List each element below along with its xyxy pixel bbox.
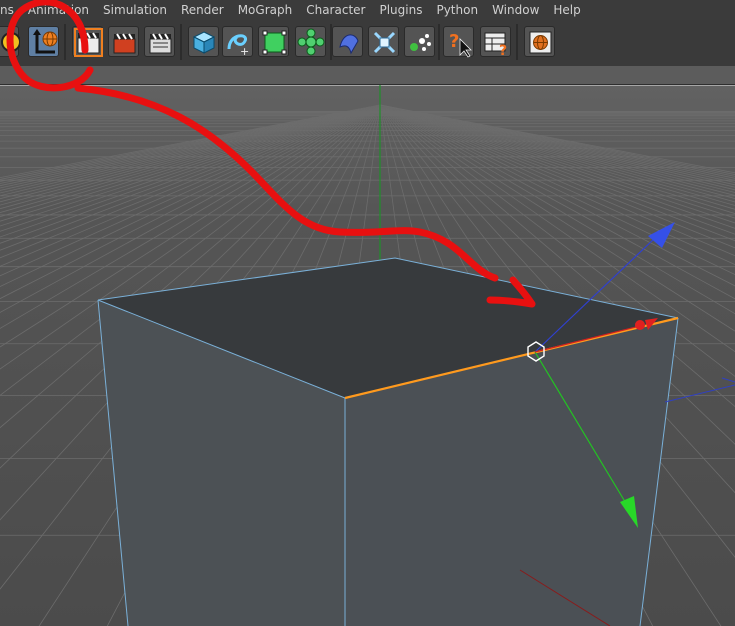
cube-icon [192,31,216,54]
cube-button[interactable] [188,26,219,57]
menu-item[interactable]: Plugins [372,3,429,17]
toolbar-separator [516,24,518,60]
toolbar: 2 + ? ? [0,20,735,66]
array-icon [297,28,325,56]
render-region-button[interactable] [72,26,103,57]
gizmo-x-handle[interactable] [635,320,645,330]
render-picture-viewer-button[interactable] [108,26,139,57]
viewport-header [0,66,735,85]
deformer-icon [339,34,359,55]
render-settings-button[interactable] [144,26,175,57]
help-button[interactable]: ? [443,26,474,58]
axis-globe-icon [33,29,58,54]
clapper-icon [74,28,103,57]
layout-button[interactable]: ? [480,26,511,58]
clapper-red-icon [113,33,136,54]
3d-viewport[interactable] [0,85,735,626]
effector-icon [410,34,431,51]
nurbs-button[interactable] [258,26,289,57]
spline-icon: + [227,34,249,58]
layout-icon: ? [484,32,507,58]
scene-icon [373,31,396,54]
scene-button[interactable] [368,26,399,57]
subdivision-icon [262,30,287,55]
menu-bar: ns Animation Simulation Render MoGraph C… [0,0,735,20]
menu-item[interactable]: Python [429,3,485,17]
menu-item[interactable]: MoGraph [231,3,300,17]
svg-text:?: ? [449,31,459,52]
svg-text:+: + [240,45,249,58]
clapper-settings-icon [149,33,172,54]
svg-text:2: 2 [7,36,15,50]
menu-item[interactable]: Window [485,3,546,17]
menu-item[interactable]: Simulation [96,3,174,17]
undo-icon: 2 [1,32,20,52]
globe-icon [529,31,552,54]
help-question-icon: ? [449,31,472,58]
toolbar-separator [64,24,66,60]
toolbar-separator [438,24,440,60]
menu-item[interactable]: Animation [21,3,96,17]
spline-button[interactable]: + [222,26,253,58]
deformer-button[interactable] [332,26,363,57]
menu-item[interactable]: Character [299,3,372,17]
undo-button[interactable]: 2 [0,26,20,57]
array-button[interactable] [295,26,326,57]
svg-text:?: ? [499,43,507,58]
effector-button[interactable] [404,26,435,57]
menu-item[interactable]: Help [546,3,587,17]
toolbar-separator [180,24,182,60]
web-button[interactable] [524,26,555,57]
menu-item[interactable]: Render [174,3,231,17]
object-axis-button[interactable] [28,26,59,57]
menu-item[interactable]: ns [0,3,21,17]
